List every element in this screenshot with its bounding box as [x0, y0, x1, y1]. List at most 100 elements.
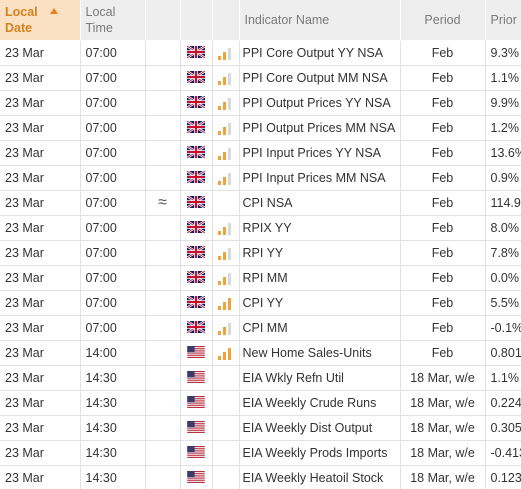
table-row[interactable]: 23 Mar 14:30 EIA Weekly Crude Runs 18 Mar, …: [0, 390, 521, 416]
column-header-importance[interactable]: [212, 0, 240, 41]
volatility-cell: [145, 440, 181, 466]
importance-bars-icon: [217, 47, 234, 60]
indicator-name[interactable]: CPI NSA: [239, 190, 401, 216]
indicator-name[interactable]: EIA Wkly Refn Util: [239, 365, 401, 391]
calendar-rows: 23 Mar 07:00 PPI Core Output YY NSA Feb 9.3%…: [0, 40, 521, 489]
indicator-name[interactable]: RPI YY: [239, 240, 401, 266]
country-cell: [180, 240, 213, 266]
row-date: 23 Mar: [0, 290, 81, 316]
table-row[interactable]: 23 Mar 14:30 EIA Wkly Refn Util 18 Mar, w/e…: [0, 365, 521, 391]
row-period: Feb: [400, 265, 486, 291]
indicator-name[interactable]: RPI MM: [239, 265, 401, 291]
row-time: 07:00: [80, 265, 146, 291]
country-cell: [180, 65, 213, 91]
column-header-indicator-name[interactable]: Indicator Name: [239, 0, 401, 41]
row-time: 07:00: [80, 65, 146, 91]
indicator-name[interactable]: New Home Sales-Units: [239, 340, 401, 366]
importance-bars-icon: [217, 297, 234, 310]
importance-bars-icon: [217, 147, 234, 160]
importance-cell: [212, 340, 240, 366]
row-period: Feb: [400, 115, 486, 141]
country-cell: [180, 340, 213, 366]
column-header-period[interactable]: Period: [400, 0, 486, 41]
indicator-name[interactable]: PPI Core Output MM NSA: [239, 65, 401, 91]
indicator-name[interactable]: PPI Input Prices YY NSA: [239, 140, 401, 166]
us-flag-icon: [187, 395, 205, 411]
table-row[interactable]: 23 Mar 14:30 EIA Weekly Dist Output 18 Mar,…: [0, 415, 521, 441]
table-row[interactable]: 23 Mar 07:00 PPI Core Output YY NSA Feb 9.3%: [0, 40, 521, 66]
column-header-local-time[interactable]: Local Time: [80, 0, 146, 41]
indicator-name[interactable]: CPI MM: [239, 315, 401, 341]
row-date: 23 Mar: [0, 365, 81, 391]
indicator-name[interactable]: PPI Output Prices MM NSA: [239, 115, 401, 141]
row-period: Feb: [400, 190, 486, 216]
row-time: 07:00: [80, 40, 146, 66]
table-row[interactable]: 23 Mar 07:00 PPI Output Prices YY NSA Feb 9.…: [0, 90, 521, 116]
country-cell: [180, 265, 213, 291]
us-flag-icon: [187, 345, 205, 361]
column-header-prior[interactable]: Prior: [485, 0, 521, 41]
volatility-cell: [145, 215, 181, 241]
importance-cell: [212, 140, 240, 166]
importance-bars-icon: [217, 172, 234, 185]
table-row[interactable]: 23 Mar 14:30 EIA Weekly Heatoil Stock 18 Ma…: [0, 465, 521, 489]
header-time-line-1: Local: [85, 5, 116, 19]
importance-bars-icon: [217, 72, 234, 85]
row-prior: 5.5%: [485, 290, 521, 316]
importance-bars-icon: [217, 97, 234, 110]
indicator-name[interactable]: EIA Weekly Crude Runs: [239, 390, 401, 416]
importance-cell: [212, 390, 240, 416]
volatility-cell: [145, 265, 181, 291]
row-time: 07:00: [80, 115, 146, 141]
table-row[interactable]: 23 Mar 07:00 RPI MM Feb 0.0%: [0, 265, 521, 291]
row-date: 23 Mar: [0, 315, 81, 341]
row-period: 18 Mar, w/e: [400, 390, 486, 416]
header-row: Local Date Local Time Indicator Name Per…: [0, 0, 521, 41]
table-row[interactable]: 23 Mar14:00 New Home Sales-UnitsFeb0.801M: [0, 340, 521, 366]
row-time: 07:00: [80, 315, 146, 341]
table-row[interactable]: 23 Mar 07:00 CPI YY Feb 5.5%: [0, 290, 521, 316]
indicator-name[interactable]: CPI YY: [239, 290, 401, 316]
column-header-country[interactable]: [180, 0, 213, 41]
country-cell: [180, 115, 213, 141]
row-period: Feb: [400, 315, 486, 341]
volatility-cell: [145, 390, 181, 416]
country-cell: [180, 40, 213, 66]
row-period: Feb: [400, 240, 486, 266]
table-row[interactable]: 23 Mar 07:00 PPI Input Prices MM NSA Feb 0.9…: [0, 165, 521, 191]
table-row[interactable]: 23 Mar 07:00 PPI Output Prices MM NSA Feb 1.…: [0, 115, 521, 141]
table-row[interactable]: 23 Mar 07:00 CPI MM Feb -0.1%: [0, 315, 521, 341]
indicator-name[interactable]: PPI Output Prices YY NSA: [239, 90, 401, 116]
column-header-local-date[interactable]: Local Date: [0, 0, 81, 41]
row-date: 23 Mar: [0, 240, 81, 266]
column-header-volatility[interactable]: [145, 0, 181, 41]
country-cell: [180, 315, 213, 341]
table-row[interactable]: 23 Mar 07:00 RPIX YY Feb 8.0%: [0, 215, 521, 241]
us-flag-icon: [187, 470, 205, 486]
row-time: 14:30: [80, 390, 146, 416]
economic-calendar: Local Date Local Time Indicator Name Per…: [0, 0, 521, 489]
indicator-name[interactable]: PPI Input Prices MM NSA: [239, 165, 401, 191]
row-period: 18 Mar, w/e: [400, 415, 486, 441]
row-period: Feb: [400, 65, 486, 91]
importance-cell: [212, 40, 240, 66]
row-time: 14:00: [80, 340, 146, 366]
row-time: 07:00: [80, 290, 146, 316]
table-row[interactable]: 23 Mar 07:00 PPI Input Prices YY NSA Feb 13.…: [0, 140, 521, 166]
importance-cell: [212, 190, 240, 216]
table-row[interactable]: 23 Mar 07:00 RPI YY Feb 7.8%: [0, 240, 521, 266]
indicator-name[interactable]: PPI Core Output YY NSA: [239, 40, 401, 66]
importance-bars-icon: [217, 322, 234, 335]
indicator-name[interactable]: RPIX YY: [239, 215, 401, 241]
row-prior: 13.6%: [485, 140, 521, 166]
indicator-name[interactable]: EIA Weekly Dist Output: [239, 415, 401, 441]
row-period: 18 Mar, w/e: [400, 465, 486, 489]
table-row[interactable]: 23 Mar07:00 ≈ CPI NSAFeb114.900: [0, 190, 521, 216]
row-date: 23 Mar: [0, 90, 81, 116]
table-row[interactable]: 23 Mar 07:00 PPI Core Output MM NSA Feb 1.1%: [0, 65, 521, 91]
table-row[interactable]: 23 Mar 14:30 EIA Weekly Prods Imports 18 Ma…: [0, 440, 521, 466]
row-prior: -0.413M: [485, 440, 521, 466]
volatility-cell: [145, 140, 181, 166]
indicator-name[interactable]: EIA Weekly Heatoil Stock: [239, 465, 401, 489]
indicator-name[interactable]: EIA Weekly Prods Imports: [239, 440, 401, 466]
